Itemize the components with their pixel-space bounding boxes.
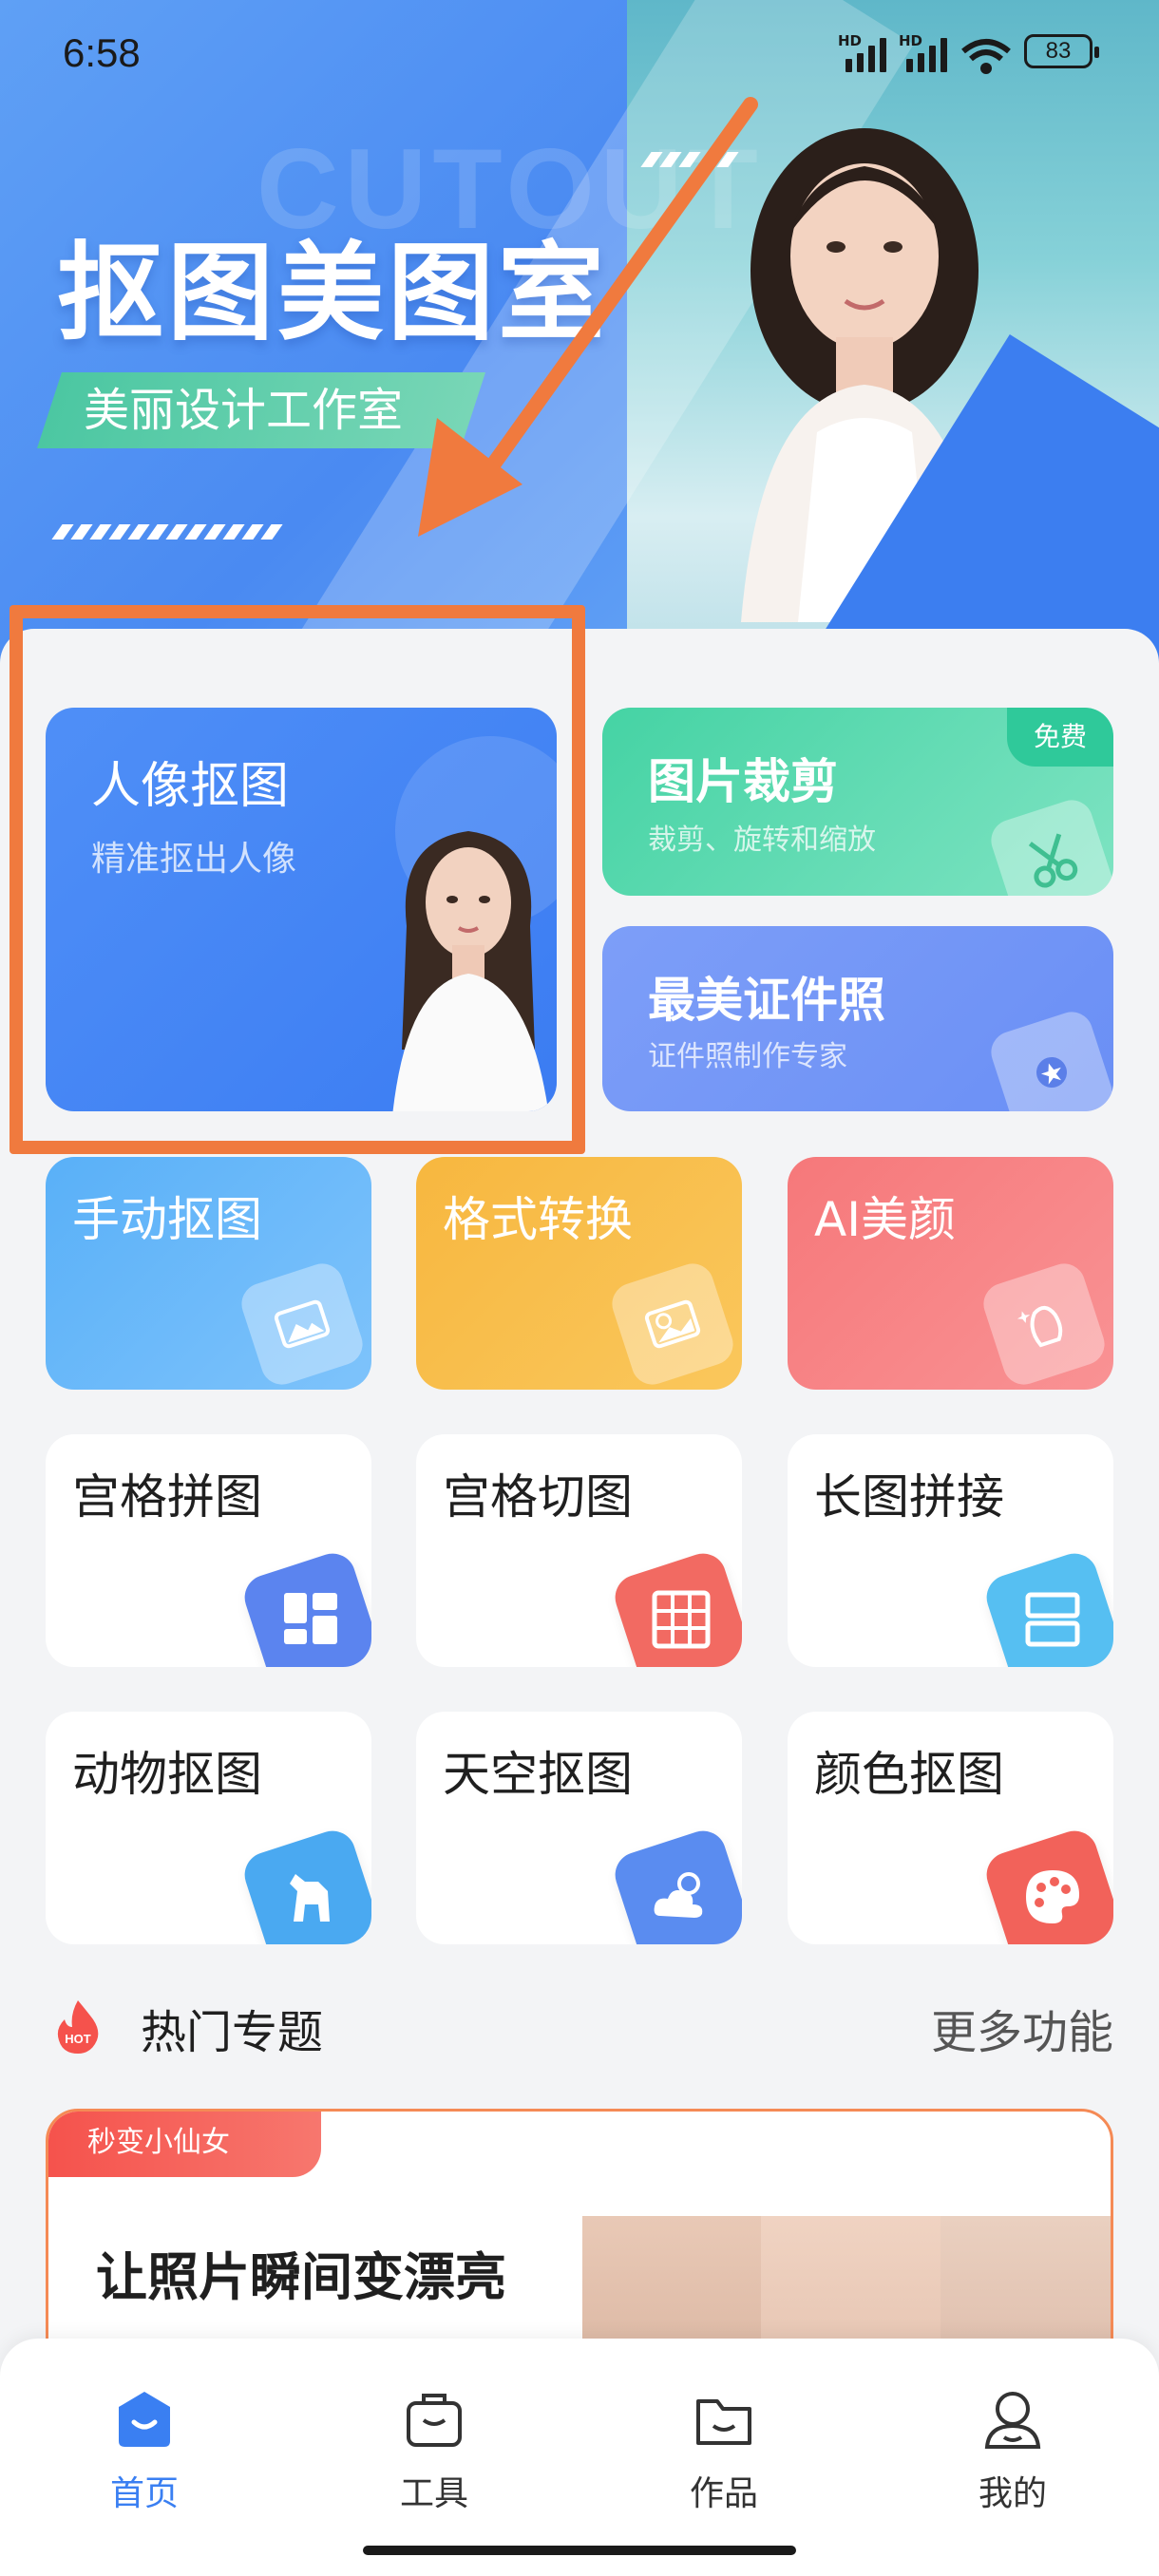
- nav-home-label: 首页: [109, 2474, 179, 2513]
- image-crop-desc: 裁剪、旋转和缩放: [648, 824, 876, 857]
- ai-beauty-card[interactable]: AI美颜: [788, 1157, 1113, 1390]
- id-card-icon: [985, 1006, 1113, 1111]
- nav-profile-label: 我的: [978, 2474, 1047, 2513]
- home-icon: [119, 2392, 170, 2447]
- annotation-highlight-box: [10, 605, 585, 1154]
- annotation-arrow: [418, 97, 758, 537]
- profile-icon: [984, 2392, 1041, 2449]
- promo-title: 让照片瞬间变漂亮: [96, 2247, 506, 2307]
- grid-cut-card[interactable]: 宫格切图: [416, 1434, 742, 1667]
- nav-works-label: 作品: [689, 2474, 758, 2513]
- toolbox-icon: [407, 2394, 462, 2447]
- hand-image-icon: [236, 1258, 369, 1390]
- hot-topics-title: 热门专题: [141, 2006, 324, 2059]
- id-photo-card[interactable]: 最美证件照 证件照制作专家: [602, 926, 1113, 1111]
- grid-cut-icon: [609, 1547, 742, 1667]
- nav-profile[interactable]: 我的: [946, 2386, 1079, 2515]
- free-badge: 免费: [1007, 708, 1113, 767]
- manual-cutout-card[interactable]: 手动抠图: [46, 1157, 371, 1390]
- folder-icon: [696, 2399, 751, 2445]
- hot-fire-icon: HOT: [57, 2000, 99, 2054]
- scissors-icon: [985, 794, 1113, 896]
- grid-collage-icon: [238, 1547, 371, 1667]
- image-crop-title: 图片裁剪: [648, 754, 838, 809]
- nav-works[interactable]: 作品: [657, 2386, 790, 2515]
- weather-cloud-icon: [609, 1825, 742, 1944]
- image-crop-card[interactable]: 图片裁剪 裁剪、旋转和缩放 免费: [602, 708, 1113, 896]
- color-cutout-card[interactable]: 颜色抠图: [788, 1712, 1113, 1944]
- grid-cut-title: 宫格切图: [443, 1469, 633, 1525]
- home-indicator[interactable]: [363, 2546, 796, 2555]
- beauty-face-icon: [978, 1258, 1111, 1390]
- bottom-nav: 首页 工具 作品 我的: [0, 2339, 1159, 2576]
- palette-icon: [980, 1825, 1113, 1944]
- status-time: 6:58: [63, 30, 141, 75]
- format-convert-card[interactable]: 格式转换: [416, 1157, 742, 1390]
- sky-cutout-title: 天空抠图: [443, 1747, 633, 1802]
- grid-collage-title: 宫格拼图: [72, 1469, 262, 1525]
- format-convert-title: 格式转换: [443, 1192, 633, 1247]
- convert-image-icon: [606, 1258, 739, 1390]
- grid-collage-card[interactable]: 宫格拼图: [46, 1434, 371, 1667]
- signal-icon-2: HD: [899, 32, 956, 72]
- manual-cutout-title: 手动抠图: [72, 1192, 262, 1247]
- battery-indicator: 83: [1024, 34, 1099, 68]
- ai-beauty-title: AI美颜: [814, 1192, 956, 1247]
- nav-tools-label: 工具: [399, 2474, 468, 2513]
- promo-tag: 秒变小仙女: [48, 2112, 321, 2177]
- long-stitch-title: 长图拼接: [814, 1469, 1004, 1525]
- long-stitch-icon: [980, 1547, 1113, 1667]
- banner-stripes-left: [51, 524, 283, 540]
- more-features-link[interactable]: 更多功能: [931, 1995, 1113, 2061]
- id-photo-title: 最美证件照: [648, 973, 885, 1028]
- dog-icon: [238, 1825, 371, 1944]
- animal-cutout-title: 动物抠图: [72, 1747, 262, 1802]
- color-cutout-title: 颜色抠图: [814, 1747, 1004, 1802]
- id-photo-desc: 证件照制作专家: [648, 1040, 847, 1073]
- long-stitch-card[interactable]: 长图拼接: [788, 1434, 1113, 1667]
- sky-cutout-card[interactable]: 天空抠图: [416, 1712, 742, 1944]
- status-bar: 6:58 HD HD 83: [0, 0, 1159, 104]
- signal-icon-1: HD: [838, 32, 895, 72]
- wifi-icon: [961, 39, 1011, 74]
- animal-cutout-card[interactable]: 动物抠图: [46, 1712, 371, 1944]
- svg-text:HOT: HOT: [65, 2032, 91, 2046]
- nav-tools[interactable]: 工具: [368, 2386, 501, 2515]
- nav-home[interactable]: 首页: [78, 2386, 211, 2515]
